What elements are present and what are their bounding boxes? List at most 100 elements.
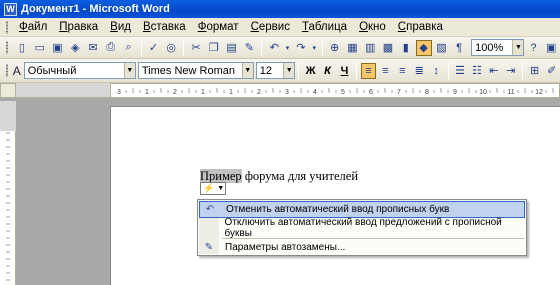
- open-icon[interactable]: ▭: [32, 40, 48, 56]
- align-left-icon[interactable]: ≡: [360, 62, 376, 79]
- italic-button[interactable]: К: [320, 63, 335, 79]
- new-icon[interactable]: ▯: [14, 40, 30, 56]
- menu-item-undo-caps[interactable]: ↶ Отменить автоматический ввод прописных…: [199, 201, 525, 218]
- menu-view[interactable]: Вид: [104, 19, 137, 36]
- ruler-label: 3: [117, 89, 121, 96]
- align-right-icon[interactable]: ≡: [395, 63, 410, 79]
- menu-window[interactable]: Окно: [353, 19, 392, 36]
- ruler-label: 2: [257, 89, 261, 96]
- help-icon[interactable]: ?: [525, 40, 541, 56]
- chevron-down-icon[interactable]: ▼: [283, 63, 295, 78]
- document-map-icon[interactable]: ▧: [434, 40, 450, 56]
- separator: [522, 62, 524, 79]
- separator: [355, 62, 357, 79]
- toolbar-grip[interactable]: [5, 41, 9, 54]
- tab-selector[interactable]: [0, 83, 16, 98]
- drawing-icon[interactable]: ◆: [415, 39, 432, 56]
- cut-icon[interactable]: ✂: [188, 40, 204, 56]
- decrease-indent-icon[interactable]: ⇤: [486, 63, 501, 79]
- toolbar-grip[interactable]: [5, 20, 9, 34]
- window-title: Документ1 - Microsoft Word: [21, 3, 170, 15]
- chevron-down-icon[interactable]: ▼: [123, 63, 135, 78]
- tables-borders-icon[interactable]: ▦: [345, 40, 361, 56]
- ruler-label: 2: [173, 89, 177, 96]
- ruler-label: 7: [397, 89, 401, 96]
- read-mode-icon[interactable]: ▣: [543, 40, 559, 56]
- menu-item-label: Параметры автозамены...: [225, 242, 346, 253]
- permission-icon[interactable]: ◈: [67, 40, 83, 56]
- redo-icon[interactable]: ↷: [293, 40, 309, 56]
- justify-icon[interactable]: ≣: [412, 63, 427, 79]
- chevron-down-icon[interactable]: ▼: [241, 63, 253, 78]
- zoom-value: 100%: [475, 41, 504, 54]
- autocorrect-options-button[interactable]: ⚡ ▼: [200, 182, 226, 195]
- lightning-icon: ⚡: [203, 183, 215, 193]
- copy-icon[interactable]: ❐: [206, 40, 222, 56]
- ruler-ticks: 3 1 2 1 1 2 3 4 5 6 7 8 9 10 11 12: [117, 88, 560, 96]
- menu-file[interactable]: Файл: [13, 19, 53, 36]
- undo-dropdown-icon[interactable]: ▾: [284, 40, 291, 56]
- highlighted-word[interactable]: Пример: [200, 169, 242, 183]
- menu-item-autocorrect-options[interactable]: ✎ Параметры автозамены...: [199, 239, 525, 256]
- align-center-icon[interactable]: ≡: [378, 63, 393, 79]
- toolbar-grip[interactable]: [5, 64, 9, 77]
- numbering-icon[interactable]: ☰: [453, 63, 468, 79]
- ruler-label: 8: [425, 89, 429, 96]
- menu-item-label: Отключить автоматический ввод предложени…: [224, 216, 502, 239]
- spelling-icon[interactable]: ✓: [146, 40, 162, 56]
- horizontal-ruler[interactable]: 3 1 2 1 1 2 3 4 5 6 7 8 9 10 11 12: [110, 83, 560, 98]
- text-rest[interactable]: форума для учителей: [242, 169, 358, 183]
- save-icon[interactable]: ▣: [50, 40, 66, 56]
- separator: [321, 39, 323, 56]
- bold-button[interactable]: Ж: [303, 63, 318, 79]
- line-spacing-icon[interactable]: ↕: [429, 63, 444, 79]
- ruler-label: 11: [507, 89, 514, 96]
- formatting-toolbar: A Обычный ▼ Times New Roman ▼ 12 ▼ Ж К Ч…: [0, 59, 560, 83]
- show-formatting-icon[interactable]: ¶: [451, 40, 467, 56]
- styles-formatting-icon[interactable]: A: [13, 64, 21, 78]
- borders-icon[interactable]: ⊞: [527, 63, 542, 79]
- highlight-icon[interactable]: ✐: [544, 63, 559, 79]
- insert-excel-icon[interactable]: ▩: [380, 40, 396, 56]
- separator: [140, 39, 142, 56]
- font-select[interactable]: Times New Roman ▼: [137, 62, 254, 79]
- menu-help[interactable]: Справка: [392, 19, 449, 36]
- menu-tools[interactable]: Сервис: [245, 19, 296, 36]
- insert-table-icon[interactable]: ▥: [362, 40, 378, 56]
- blank-icon: [199, 219, 219, 236]
- research-icon[interactable]: ◎: [163, 40, 179, 56]
- columns-icon[interactable]: ▮: [398, 40, 414, 56]
- paste-icon[interactable]: ▤: [224, 40, 240, 56]
- format-painter-icon[interactable]: ✎: [242, 40, 258, 56]
- chevron-down-icon[interactable]: ▼: [512, 40, 524, 55]
- menu-edit[interactable]: Правка: [53, 19, 104, 36]
- menu-item-disable-sentence-caps[interactable]: Отключить автоматический ввод предложени…: [199, 216, 525, 239]
- print-preview-icon[interactable]: ⌕: [121, 40, 137, 56]
- menu-insert[interactable]: Вставка: [137, 19, 192, 36]
- separator: [261, 39, 263, 56]
- underline-button[interactable]: Ч: [337, 63, 352, 79]
- menu-item-label: Отменить автоматический ввод прописных б…: [226, 204, 450, 215]
- word-icon: W: [4, 2, 17, 16]
- separator: [298, 62, 300, 79]
- zoom-select[interactable]: 100% ▼: [471, 39, 525, 56]
- font-value: Times New Roman: [141, 64, 235, 77]
- separator: [447, 62, 449, 79]
- style-value: Обычный: [27, 64, 77, 77]
- ruler-label: 1: [229, 89, 233, 96]
- menu-format[interactable]: Формат: [192, 19, 245, 36]
- undo-icon[interactable]: ↶: [266, 40, 282, 56]
- font-size-select[interactable]: 12 ▼: [255, 62, 296, 79]
- hyperlink-icon[interactable]: ⊕: [327, 40, 343, 56]
- increase-indent-icon[interactable]: ⇥: [503, 63, 518, 79]
- email-icon[interactable]: ✉: [85, 40, 101, 56]
- style-select[interactable]: Обычный ▼: [23, 62, 136, 79]
- chevron-down-icon: ▼: [217, 185, 225, 192]
- document-page[interactable]: [110, 106, 560, 285]
- menu-bar: Файл Правка Вид Вставка Формат Сервис Та…: [0, 18, 560, 37]
- menu-table[interactable]: Таблица: [296, 19, 353, 36]
- bullets-icon[interactable]: ☷: [469, 63, 484, 79]
- redo-dropdown-icon[interactable]: ▾: [311, 40, 318, 56]
- autocorrect-menu: ↶ Отменить автоматический ввод прописных…: [197, 199, 527, 256]
- print-icon[interactable]: ⎙: [103, 40, 119, 56]
